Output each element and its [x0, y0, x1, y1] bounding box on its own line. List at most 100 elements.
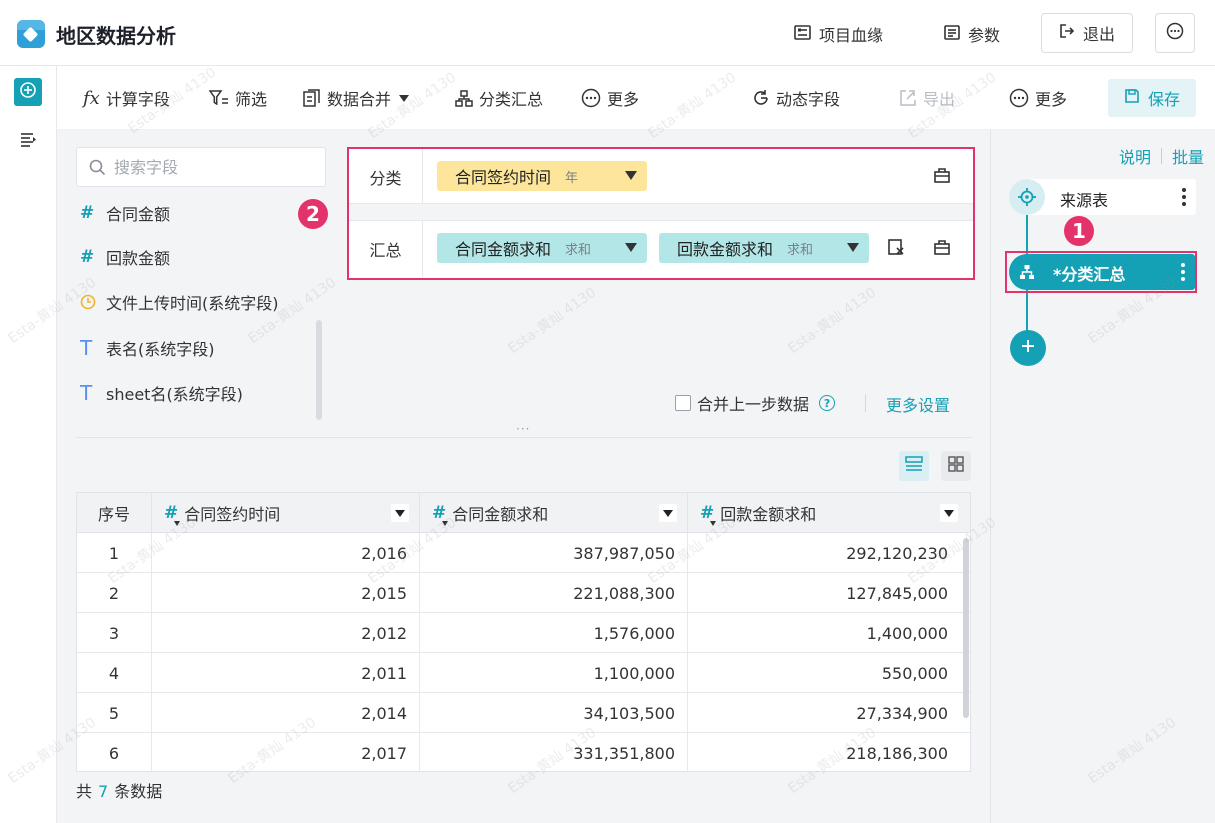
save-button[interactable]: 保存 [1108, 79, 1196, 117]
summary-label: 汇总 [349, 221, 423, 277]
splitter-handle[interactable]: ··· [516, 422, 530, 436]
search-input[interactable] [114, 157, 304, 177]
top-header: 地区数据分析 项目血缘 参数 退出 [0, 0, 1215, 66]
export-label: 导出 [923, 90, 956, 109]
ellipsis-circle-icon [581, 88, 601, 108]
filter-button[interactable]: 筛选 [209, 86, 267, 110]
link-divider [1161, 148, 1163, 164]
export-button[interactable]: 导出 [899, 86, 955, 110]
lineage-button[interactable]: 项目血缘 [794, 21, 883, 47]
list-view-button[interactable] [899, 451, 929, 481]
ellipsis-circle-icon [1009, 88, 1029, 108]
params-button[interactable]: 参数 [944, 21, 1000, 47]
table-cell: 1,576,000 [420, 613, 688, 653]
field-item[interactable]: # 合同金额 [80, 201, 170, 225]
column-dropdown-icon[interactable] [940, 504, 958, 522]
chip-name: 合同签约时间 [455, 168, 552, 187]
config-separator [349, 203, 973, 221]
flow-node-label: 来源表 [1060, 191, 1109, 210]
caret-down-icon[interactable] [847, 243, 859, 252]
table-row: 5 2,014 34,103,500 27,334,900 [77, 693, 970, 733]
summary-field-chip[interactable]: 回款金额求和 求和 [659, 233, 869, 263]
rail-list-button[interactable] [20, 132, 37, 151]
chip-name: 合同金额求和 [455, 240, 552, 259]
group-row: 分类 合同签约时间 年 [349, 149, 973, 205]
table-cell: 3 [77, 613, 152, 653]
more-button-right[interactable]: 更多 [1009, 86, 1067, 110]
column-title: 合同签约时间 [184, 505, 281, 524]
table-cell: 1,100,000 [420, 653, 688, 693]
flow-node-summary[interactable]: *分类汇总 [1009, 254, 1195, 290]
kebab-menu-icon[interactable] [1181, 263, 1185, 281]
add-node-button[interactable] [1010, 330, 1046, 366]
chip-sub: 求和 [565, 242, 592, 258]
field-list-scrollbar[interactable] [316, 320, 322, 420]
table-cell: 34,103,500 [420, 693, 688, 733]
preview-table: 序号 # 合同签约时间 # 合同金额求和 # 回款金额求和 1 2,016 38… [76, 492, 971, 772]
calc-field-button[interactable]: fx 计算字段 [83, 86, 170, 110]
ellipsis-circle-icon [1166, 22, 1184, 44]
caret-down-icon[interactable] [625, 171, 637, 180]
field-item[interactable]: T sheet名(系统字段) [80, 381, 243, 405]
group-summary-button[interactable]: 分类汇总 [455, 86, 543, 110]
table-row: 2 2,015 221,088,300 127,845,000 [77, 573, 970, 613]
flow-panel-links: 说明 批量 [1119, 144, 1204, 168]
more-button-left[interactable]: 更多 [581, 86, 639, 110]
flow-node-source[interactable]: 来源表 [1009, 179, 1196, 215]
field-item[interactable]: # 回款金额 [80, 245, 170, 269]
table-row: 1 2,016 387,987,050 292,120,230 [77, 533, 970, 573]
explain-link[interactable]: 说明 [1119, 144, 1151, 168]
help-icon[interactable]: ? [819, 395, 836, 411]
merge-prev-option[interactable]: 合并上一步数据 ? [675, 392, 836, 414]
left-rail [0, 66, 57, 823]
kebab-menu-icon[interactable] [1182, 188, 1186, 206]
exit-button[interactable]: 退出 [1041, 13, 1133, 53]
rail-add-button[interactable] [14, 78, 42, 106]
clear-summary-icon[interactable] [933, 238, 951, 256]
grid-view-button[interactable] [941, 451, 971, 481]
lineage-label: 项目血缘 [819, 26, 884, 45]
merge-prev-checkbox[interactable] [675, 395, 691, 411]
merge-button[interactable]: 数据合并 [303, 86, 410, 110]
merge-prev-label: 合并上一步数据 [697, 395, 810, 414]
text-field-icon: T [80, 381, 93, 405]
more-settings-link[interactable]: 更多设置 [886, 392, 950, 416]
summary-field-chip[interactable]: 合同金额求和 求和 [437, 233, 647, 263]
caret-down-icon[interactable] [625, 243, 637, 252]
flow-panel [990, 130, 1215, 823]
clock-icon [80, 294, 106, 310]
clear-group-icon[interactable] [933, 166, 951, 184]
splitter-line [76, 437, 972, 438]
table-cell: 27,334,900 [856, 703, 948, 723]
table-cell: 2,011 [152, 653, 420, 693]
table-cell: 4 [77, 653, 152, 693]
group-summary-config: 分类 合同签约时间 年 汇总 合同金额求和 求和 回款金额求和 求和 [347, 147, 975, 280]
filter-clear-icon[interactable] [887, 238, 905, 256]
field-item[interactable]: T 表名(系统字段) [80, 336, 215, 360]
app-logo-icon [17, 20, 45, 48]
column-title: 合同金额求和 [452, 505, 549, 524]
dynamic-field-button[interactable]: 动态字段 [752, 86, 840, 110]
column-dropdown-icon[interactable] [659, 504, 677, 522]
table-cell: 2,014 [152, 693, 420, 733]
column-header[interactable]: # 回款金额求和 [688, 493, 970, 533]
table-row: 6 2,017 331,351,800 218,186,300 [77, 733, 970, 771]
table-cell: 5 [77, 693, 152, 733]
column-header[interactable]: # 合同签约时间 [152, 493, 420, 533]
group-field-chip[interactable]: 合同签约时间 年 [437, 161, 647, 191]
column-title: 回款金额求和 [720, 505, 817, 524]
table-cell: 2,016 [152, 533, 420, 573]
header-more-button[interactable] [1155, 13, 1195, 53]
merge-label: 数据合并 [327, 90, 392, 109]
export-icon [899, 89, 917, 107]
params-label: 参数 [968, 26, 1001, 45]
column-dropdown-icon[interactable] [391, 504, 409, 522]
field-item[interactable]: 文件上传时间(系统字段) [80, 290, 279, 314]
row-count: 共 7 条数据 [76, 778, 162, 802]
batch-link[interactable]: 批量 [1172, 144, 1204, 168]
lineage-icon [794, 24, 811, 44]
table-cell: 2,015 [152, 573, 420, 613]
table-scrollbar[interactable] [963, 538, 969, 718]
field-search[interactable] [76, 147, 326, 187]
column-header[interactable]: # 合同金额求和 [420, 493, 688, 533]
